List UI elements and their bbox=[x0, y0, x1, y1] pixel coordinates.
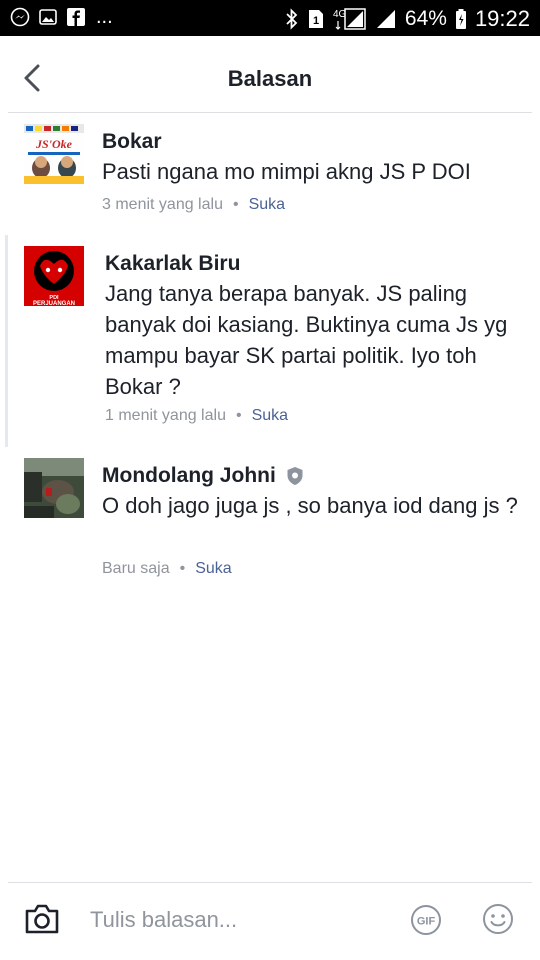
like-button[interactable]: Suka bbox=[252, 407, 288, 424]
camera-button[interactable] bbox=[24, 902, 60, 936]
comment-item: JS'Oke Bokar Pasti ngana mo mimpi akng J… bbox=[0, 113, 540, 233]
comment-text: Pasti ngana mo mimpi akng JS P DOI bbox=[102, 159, 471, 184]
comment-author[interactable]: Mondolang Johni bbox=[102, 464, 304, 488]
avatar[interactable]: PDI PERJUANGAN bbox=[24, 246, 84, 306]
signal-icon bbox=[376, 10, 395, 28]
status-bar: ... 1 4G 64% 19:22 bbox=[0, 0, 540, 36]
notification-icons: ... bbox=[10, 7, 113, 27]
separator-dot: • bbox=[232, 196, 239, 213]
comment-text: Jang tanya berapa banyak. JS paling bany… bbox=[105, 281, 508, 399]
svg-text:PERJUANGAN: PERJUANGAN bbox=[33, 301, 75, 306]
smiley-icon bbox=[483, 904, 513, 934]
avatar[interactable]: JS'Oke bbox=[24, 124, 84, 184]
comment-meta: 1 menit yang lalu • Suka bbox=[105, 407, 288, 425]
compose-bar: GIF bbox=[0, 883, 540, 960]
more-notifications: ... bbox=[96, 6, 113, 28]
clock: 19:22 bbox=[474, 6, 530, 31]
comment-timestamp: 3 menit yang lalu bbox=[102, 196, 223, 213]
emoji-button[interactable] bbox=[482, 903, 514, 935]
comment-author[interactable]: Bokar bbox=[102, 130, 162, 154]
comment-item: PDI PERJUANGAN Kakarlak Biru Jang tanya … bbox=[5, 235, 540, 447]
avatar-label: JS'Oke bbox=[35, 137, 73, 151]
shield-badge-icon bbox=[287, 467, 303, 486]
separator-dot: • bbox=[235, 407, 242, 424]
bluetooth-icon bbox=[286, 8, 298, 30]
comment-author[interactable]: Kakarlak Biru bbox=[105, 252, 240, 276]
separator-dot: • bbox=[179, 560, 186, 577]
sim-1-icon: 1 bbox=[308, 10, 323, 28]
like-button[interactable]: Suka bbox=[249, 196, 285, 213]
author-name: Mondolang Johni bbox=[102, 464, 276, 487]
comment-meta: Baru saja • Suka bbox=[102, 560, 232, 578]
comment-meta: 3 menit yang lalu • Suka bbox=[102, 196, 285, 214]
avatar-image bbox=[24, 458, 84, 518]
camera-icon bbox=[25, 904, 59, 934]
battery-icon bbox=[455, 9, 466, 29]
comment-timestamp: Baru saja bbox=[102, 560, 170, 577]
4g-signal-icon: 4G bbox=[333, 8, 366, 30]
avatar-image: JS'Oke bbox=[24, 124, 84, 184]
system-indicators: 1 4G 64% 19:22 bbox=[285, 6, 530, 32]
gif-label: GIF bbox=[417, 916, 436, 928]
avatar[interactable] bbox=[24, 458, 84, 518]
battery-percent: 64% bbox=[404, 7, 447, 30]
reply-input[interactable] bbox=[90, 903, 390, 937]
gallery-icon bbox=[39, 9, 57, 25]
svg-text:1: 1 bbox=[313, 15, 319, 27]
gif-icon: GIF bbox=[411, 905, 441, 935]
gif-button[interactable]: GIF bbox=[410, 904, 442, 936]
comment-text: O doh jago juga js , so banya iod dang j… bbox=[102, 493, 518, 518]
messenger-icon bbox=[10, 7, 30, 27]
header: Balasan bbox=[0, 44, 540, 112]
avatar-image: PDI PERJUANGAN bbox=[24, 246, 84, 306]
page-title: Balasan bbox=[227, 66, 313, 91]
comment-item: Mondolang Johni O doh jago juga js , so … bbox=[0, 447, 540, 597]
comment-timestamp: 1 menit yang lalu bbox=[105, 407, 226, 424]
facebook-icon bbox=[67, 8, 85, 26]
like-button[interactable]: Suka bbox=[195, 560, 231, 577]
